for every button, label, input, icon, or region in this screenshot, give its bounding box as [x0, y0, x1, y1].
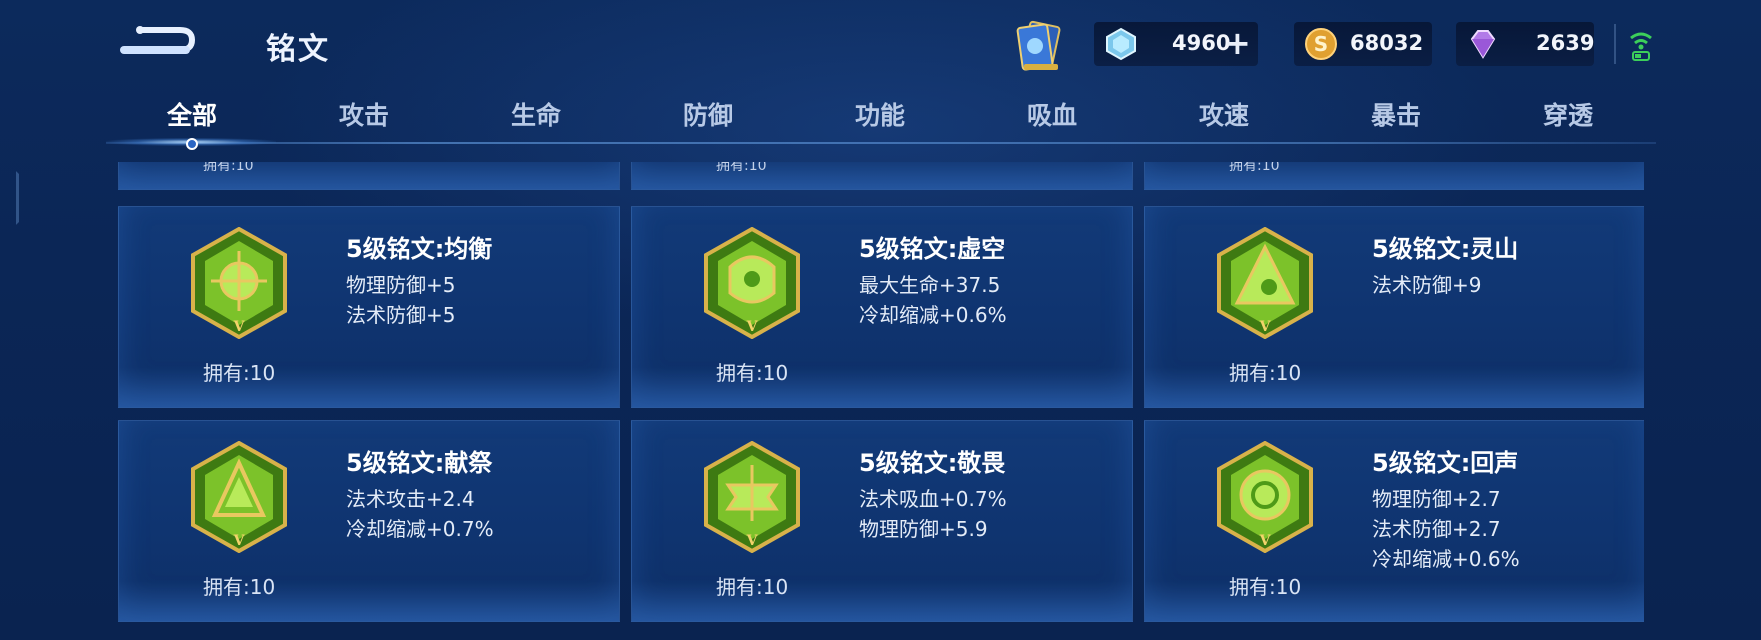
header-divider [1614, 24, 1616, 64]
inscription-name: 5级铭文:献祭 [346, 449, 493, 477]
tab-underline [106, 142, 1656, 144]
gem-currency: 2639 [1456, 22, 1594, 66]
inscription-attr: 冷却缩减+0.6% [1372, 547, 1520, 571]
inscription-name: 5级铭文:灵山 [1372, 235, 1519, 263]
crystal-icon [1106, 27, 1136, 61]
owned-count: 拥有:10 [716, 575, 789, 599]
card-deck-icon[interactable] [1012, 18, 1068, 76]
tab-defense[interactable]: 防御 [648, 96, 768, 132]
inscription-card[interactable]: V 5级铭文:虚空 最大生命+37.5 冷却缩减+0.6% 拥有:10 [631, 206, 1133, 408]
inscription-attr: 法术防御+5 [346, 303, 456, 327]
inscription-attr: 法术攻击+2.4 [346, 487, 475, 511]
owned-count: 拥有:10 [716, 162, 767, 174]
tab-all[interactable]: 全部 [132, 96, 252, 132]
svg-text:V: V [746, 319, 759, 335]
inscription-name: 5级铭文:敬畏 [859, 449, 1006, 477]
owned-count: 拥有:10 [1229, 162, 1280, 174]
inscription-grid: 拥有:10 拥有:10 拥有:10 V 5级铭文:均衡 物理防御+5 法术防御+… [118, 162, 1644, 640]
inscription-card[interactable]: V 5级铭文:回声 物理防御+2.7 法术防御+2.7 冷却缩减+0.6% 拥有… [1144, 420, 1644, 622]
owned-count: 拥有:10 [716, 361, 789, 385]
category-tabs: 全部 攻击 生命 防御 功能 吸血 攻速 暴击 穿透 [106, 96, 1654, 144]
active-tab-indicator [186, 138, 198, 150]
diamond-icon [1470, 30, 1496, 59]
crystal-currency: 4960 + [1094, 22, 1258, 66]
owned-count: 拥有:10 [1229, 575, 1302, 599]
inscription-sacrifice-icon: V [191, 441, 287, 553]
tab-utility[interactable]: 功能 [820, 96, 940, 132]
inscription-card-partial[interactable]: 拥有:10 [1144, 162, 1644, 190]
side-ornament [0, 150, 19, 246]
inscription-name: 5级铭文:均衡 [346, 235, 493, 263]
tab-lifesteal[interactable]: 吸血 [992, 96, 1112, 132]
tab-penetration[interactable]: 穿透 [1508, 96, 1628, 132]
gold-currency: S 68032 [1294, 22, 1432, 66]
inscription-attr: 物理防御+5.9 [859, 517, 988, 541]
inscription-attr: 最大生命+37.5 [859, 273, 1001, 297]
inscription-card-partial[interactable]: 拥有:10 [631, 162, 1133, 190]
page-title: 铭文 [266, 32, 330, 67]
back-button[interactable] [120, 20, 198, 64]
inscription-attr: 法术防御+2.7 [1372, 517, 1501, 541]
svg-text:V: V [1259, 533, 1272, 549]
owned-count: 拥有:10 [203, 575, 276, 599]
svg-text:V: V [233, 319, 246, 335]
inscription-attr: 冷却缩减+0.6% [859, 303, 1007, 327]
wifi-signal-icon [1628, 28, 1654, 62]
owned-count: 拥有:10 [1229, 361, 1302, 385]
inscription-void-icon: V [704, 227, 800, 339]
add-crystal-button[interactable]: + [1224, 26, 1251, 60]
gem-amount: 2639 [1536, 31, 1595, 55]
inscription-card[interactable]: V 5级铭文:敬畏 法术吸血+0.7% 物理防御+5.9 拥有:10 [631, 420, 1133, 622]
inscription-attr: 法术防御+9 [1372, 273, 1482, 297]
inscription-balance-icon: V [191, 227, 287, 339]
tab-attack[interactable]: 攻击 [304, 96, 424, 132]
inscription-echo-icon: V [1217, 441, 1313, 553]
svg-text:V: V [1259, 319, 1272, 335]
inscription-card[interactable]: V 5级铭文:灵山 法术防御+9 拥有:10 [1144, 206, 1644, 408]
tab-attack-speed[interactable]: 攻速 [1164, 96, 1284, 132]
gold-coin-icon: S [1305, 28, 1337, 60]
owned-count: 拥有:10 [203, 361, 276, 385]
tab-health[interactable]: 生命 [476, 96, 596, 132]
svg-text:S: S [1314, 32, 1328, 56]
svg-text:V: V [233, 533, 246, 549]
crystal-amount: 4960 [1172, 31, 1231, 55]
inscription-attr: 物理防御+2.7 [1372, 487, 1501, 511]
tab-critical[interactable]: 暴击 [1336, 96, 1456, 132]
inscription-attr: 物理防御+5 [346, 273, 456, 297]
back-arrow-icon [120, 26, 196, 54]
inscription-attr: 法术吸血+0.7% [859, 487, 1007, 511]
inscription-card[interactable]: V 5级铭文:均衡 物理防御+5 法术防御+5 拥有:10 [118, 206, 620, 408]
inscription-card-partial[interactable]: 拥有:10 [118, 162, 620, 190]
inscription-name: 5级铭文:回声 [1372, 449, 1519, 477]
inscription-name: 5级铭文:虚空 [859, 235, 1006, 263]
gold-amount: 68032 [1350, 31, 1424, 55]
svg-text:V: V [746, 533, 759, 549]
inscription-card[interactable]: V 5级铭文:献祭 法术攻击+2.4 冷却缩减+0.7% 拥有:10 [118, 420, 620, 622]
inscription-spirit-mountain-icon: V [1217, 227, 1313, 339]
inscription-attr: 冷却缩减+0.7% [346, 517, 494, 541]
owned-count: 拥有:10 [203, 162, 254, 174]
inscription-awe-icon: V [704, 441, 800, 553]
